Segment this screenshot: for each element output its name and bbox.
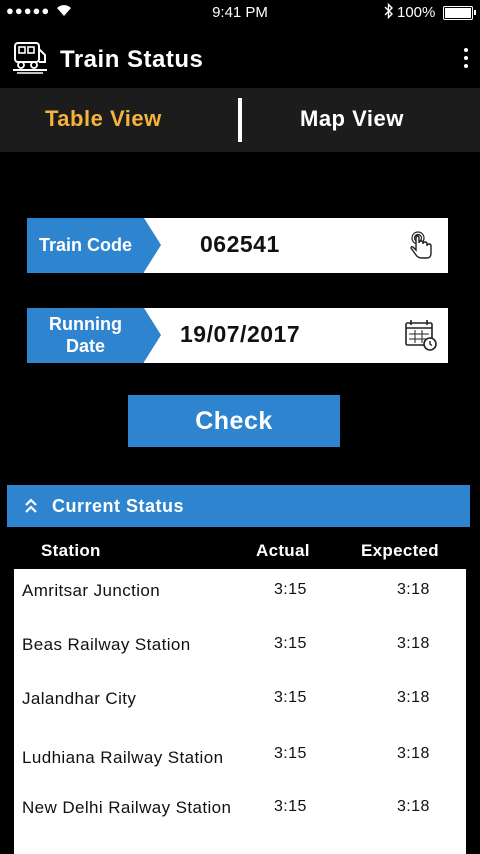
running-date-label-line1: Running	[49, 313, 122, 334]
actual-time: 3:15	[274, 635, 307, 652]
tab-divider	[238, 98, 242, 142]
app-bar: Train Status	[0, 26, 480, 88]
running-date-input[interactable]: 19/07/2017	[180, 321, 300, 348]
expected-time: 3:18	[397, 798, 430, 815]
view-tabs: Table View Map View	[0, 88, 480, 152]
tab-map-view[interactable]: Map View	[300, 106, 404, 132]
station-name: Ludhiana Railway Station	[22, 748, 224, 767]
train-code-label: Train Code	[27, 218, 144, 273]
running-date-label: Running Date	[27, 308, 144, 363]
expected-time: 3:18	[397, 689, 430, 706]
label-arrow	[144, 308, 161, 362]
touch-hand-icon[interactable]	[404, 228, 438, 262]
table-row[interactable]: Jalandhar City 3:15 3:18	[14, 689, 466, 719]
running-date-label-line2: Date	[65, 335, 105, 356]
calendar-clock-icon[interactable]	[404, 318, 438, 352]
station-name: Jalandhar City	[22, 689, 137, 708]
table-row[interactable]: New Delhi Railway Station 3:15 3:18	[14, 798, 466, 828]
menu-dot-icon	[464, 64, 468, 68]
table-row[interactable]: Beas Railway Station 3:15 3:18	[14, 635, 466, 665]
actual-time: 3:15	[274, 689, 307, 706]
current-status-label: Current Status	[52, 496, 185, 516]
train-icon	[13, 42, 47, 74]
page-title: Train Status	[60, 46, 204, 73]
table-row[interactable]: Ludhiana Railway Station 3:15 3:18	[14, 745, 466, 775]
station-name: Amritsar Junction	[22, 581, 161, 600]
actual-time: 3:15	[274, 798, 307, 815]
current-status-header[interactable]: Current Status	[7, 485, 470, 527]
station-name: New Delhi Railway Station	[22, 798, 232, 817]
expected-time: 3:18	[397, 635, 430, 652]
table-row[interactable]: Amritsar Junction 3:15 3:18	[14, 581, 466, 611]
station-name: Beas Railway Station	[22, 635, 191, 654]
battery-icon	[443, 6, 476, 20]
actual-time: 3:15	[274, 581, 307, 598]
column-header-expected: Expected	[361, 541, 439, 560]
bluetooth-icon	[384, 2, 394, 22]
status-table: Amritsar Junction 3:15 3:18 Beas Railway…	[14, 569, 466, 854]
train-code-field[interactable]: Train Code 062541	[27, 218, 448, 273]
menu-dot-icon	[464, 48, 468, 52]
column-header-station: Station	[41, 541, 101, 560]
tab-table-view[interactable]: Table View	[45, 106, 162, 132]
label-arrow	[144, 218, 161, 272]
double-chevron-up-icon	[25, 498, 37, 513]
actual-time: 3:15	[274, 745, 307, 762]
check-button[interactable]: Check	[128, 395, 340, 447]
status-bar: ●●●●● 9:41 PM 100%	[0, 0, 480, 26]
train-code-input[interactable]: 062541	[200, 231, 280, 258]
expected-time: 3:18	[397, 581, 430, 598]
column-header-actual: Actual	[256, 541, 310, 560]
menu-dot-icon	[464, 56, 468, 60]
running-date-field[interactable]: Running Date 19/07/2017	[27, 308, 448, 363]
overflow-menu-button[interactable]	[460, 44, 472, 74]
expected-time: 3:18	[397, 745, 430, 762]
battery-percentage: 100%	[397, 4, 436, 21]
